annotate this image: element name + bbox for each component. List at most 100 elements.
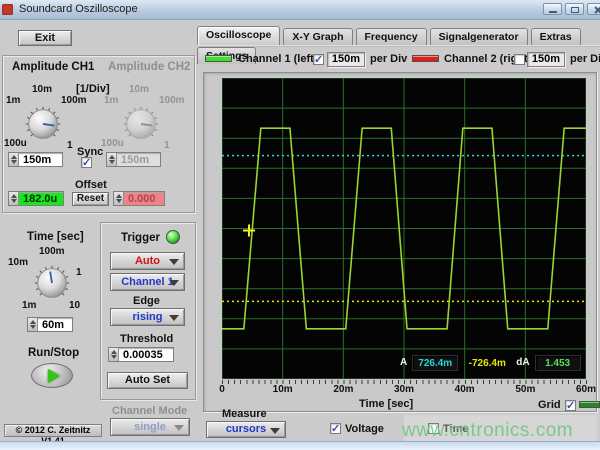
- time-knob-label-100m: 100m: [39, 246, 65, 257]
- window-title: Soundcard Oszilloscope: [19, 3, 138, 15]
- chevron-down-icon: [169, 315, 179, 321]
- edge-label: Edge: [133, 295, 160, 307]
- x-axis-tick-label: 40m: [455, 384, 475, 395]
- channel2-enable-checkbox[interactable]: [514, 54, 525, 65]
- tab-extras[interactable]: Extras: [531, 28, 581, 45]
- channel1-label: Channel 1 (left): [238, 53, 317, 65]
- channel1-per-div-label: per Div: [370, 53, 407, 65]
- time-spinner[interactable]: [28, 318, 38, 331]
- readout-da-label: dA: [516, 357, 529, 368]
- offset-ch1-spinner[interactable]: [9, 192, 19, 205]
- per-div-unit-label: [1/Div]: [76, 83, 110, 95]
- channel1-color-swatch: [205, 55, 232, 62]
- trigger-led-icon: [166, 230, 180, 244]
- amplitude-ch1-title: Amplitude CH1: [12, 61, 94, 73]
- threshold-label: Threshold: [120, 333, 173, 345]
- x-axis-tick-label: 30m: [394, 384, 414, 395]
- x-axis-tick-label: 0: [219, 384, 225, 395]
- measure-mode-dropdown[interactable]: cursors: [206, 421, 286, 438]
- readout-a-upper: 726.4m: [412, 355, 458, 371]
- trigger-title: Trigger: [121, 232, 160, 244]
- voltage-checkbox[interactable]: [330, 423, 341, 434]
- readout-da-value: 1.453: [535, 355, 581, 371]
- amplitude-ch2-knob[interactable]: [120, 103, 162, 145]
- auto-set-button[interactable]: Auto Set: [107, 372, 188, 389]
- copyright-text: © 2012 C. Zeitnitz V1.41: [4, 424, 102, 437]
- x-axis-tick-label: 50m: [515, 384, 535, 395]
- ch1-knob-label-10m: 10m: [32, 84, 52, 95]
- ch2-knob-label-1m: 1m: [104, 95, 118, 106]
- chevron-down-icon: [174, 425, 184, 431]
- time-knob[interactable]: [31, 262, 73, 304]
- chevron-down-icon: [270, 428, 280, 434]
- amplitude-ch1-value[interactable]: 150m: [8, 152, 63, 167]
- tab-frequency[interactable]: Frequency: [356, 28, 427, 45]
- amplitude-ch1-knob[interactable]: [22, 103, 64, 145]
- channel2-scale-field[interactable]: 150m: [527, 52, 565, 67]
- offset-ch2-value: 0.000: [113, 191, 165, 206]
- window-bottom-border: [0, 441, 600, 450]
- channel1-enable-checkbox[interactable]: [313, 54, 324, 65]
- tab-pane-edge: [197, 45, 600, 47]
- threshold-spinner[interactable]: [109, 348, 119, 361]
- exit-button[interactable]: Exit: [18, 30, 72, 46]
- ch2-knob-label-1: 1: [164, 140, 170, 151]
- amplitude-ch2-title: Amplitude CH2: [108, 61, 190, 73]
- grid-color-swatch: [579, 401, 600, 408]
- chevron-down-icon: [169, 259, 179, 265]
- channel2-color-swatch: [412, 55, 439, 62]
- time-knob-label-1: 1: [76, 267, 82, 278]
- ch1-knob-label-1m: 1m: [6, 95, 20, 106]
- run-stop-label: Run/Stop: [28, 347, 79, 359]
- app-icon: [2, 4, 13, 15]
- cursor-readouts: A 726.4m -726.4m dA 1.453: [400, 354, 581, 371]
- watermark-text: www.cntronics.com: [402, 420, 573, 442]
- ch1-knob-label-100m: 100m: [61, 95, 87, 106]
- time-value[interactable]: 60m: [27, 317, 73, 332]
- tab-strip: Oscilloscope X-Y Graph Frequency Signalg…: [197, 26, 600, 45]
- maximize-button[interactable]: [565, 3, 584, 15]
- trigger-source-dropdown[interactable]: Channel 1: [110, 273, 185, 291]
- ch1-spinner[interactable]: [9, 153, 19, 166]
- scope-display-panel: A 726.4m -726.4m dA 1.453 0 10m 20m 30m 40m 5…: [203, 72, 597, 412]
- ch2-knob-label-100m: 100m: [159, 95, 185, 106]
- voltage-label: Voltage: [345, 423, 384, 435]
- tab-xy-graph[interactable]: X-Y Graph: [283, 28, 352, 45]
- threshold-value[interactable]: 0.00035: [108, 347, 174, 362]
- grid-checkbox[interactable]: [565, 400, 576, 411]
- minimize-icon: [549, 11, 557, 13]
- measure-title: Measure: [222, 408, 267, 420]
- tab-signalgenerator[interactable]: Signalgenerator: [430, 28, 528, 45]
- x-axis-labels: 010m20m30m40m50m60m: [222, 384, 587, 395]
- ch2-knob-label-10m: 10m: [129, 84, 149, 95]
- maximize-icon: [571, 7, 579, 13]
- time-knob-label-10m: 10m: [8, 257, 28, 268]
- readout-a-lower: -726.4m: [463, 355, 511, 371]
- channel1-scale-field[interactable]: 150m: [327, 52, 365, 67]
- x-axis-title: Time [sec]: [359, 398, 413, 410]
- grid-label: Grid: [538, 399, 561, 411]
- offset-label: Offset: [75, 179, 107, 191]
- x-axis-tick-label: 60m: [576, 384, 596, 395]
- offset-ch1-value[interactable]: 182.0u: [8, 191, 64, 206]
- waveform-chart: [222, 78, 586, 379]
- amplitude-ch2-value: 150m: [106, 152, 161, 167]
- run-stop-button[interactable]: [31, 363, 73, 388]
- chevron-down-icon: [169, 280, 179, 286]
- time-title: Time [sec]: [27, 231, 84, 243]
- channel-mode-label: Channel Mode: [112, 405, 187, 417]
- channel-mode-dropdown: single: [110, 418, 190, 436]
- oscilloscope-plot[interactable]: A 726.4m -726.4m dA 1.453: [222, 78, 586, 379]
- channel2-per-div-label: per Div: [570, 53, 600, 65]
- close-button[interactable]: [587, 3, 600, 15]
- readout-a-label: A: [400, 357, 407, 368]
- tab-oscilloscope[interactable]: Oscilloscope: [197, 26, 280, 45]
- minimize-button[interactable]: [543, 3, 562, 15]
- sync-checkbox[interactable]: [81, 157, 92, 168]
- offset-reset-button[interactable]: Reset: [72, 192, 109, 206]
- ch1-knob-label-1: 1: [67, 140, 73, 151]
- trigger-edge-dropdown[interactable]: rising: [110, 308, 185, 326]
- x-axis-tick-label: 20m: [333, 384, 353, 395]
- x-axis-tick-label: 10m: [273, 384, 293, 395]
- trigger-mode-dropdown[interactable]: Auto: [110, 252, 185, 270]
